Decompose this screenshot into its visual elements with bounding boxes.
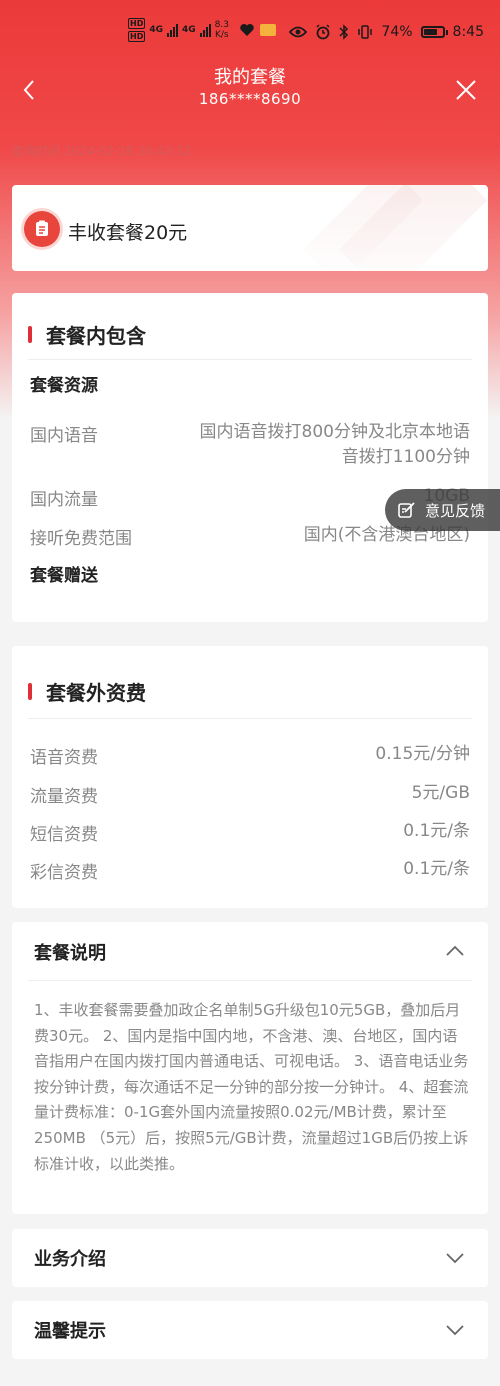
alarm-icon [316, 24, 330, 40]
chevron-up-icon[interactable] [444, 940, 466, 962]
row-value-line: 国内语音拨打800分钟及北京本地语 [199, 422, 470, 442]
tips-title: 温馨提示 [34, 1321, 106, 1342]
resources-heading: 套餐资源 [30, 376, 98, 396]
gift-heading: 套餐赠送 [30, 566, 98, 586]
chevron-down-icon[interactable] [444, 1319, 466, 1341]
battery-percent: 74% [381, 24, 413, 40]
signal-icon [199, 23, 211, 37]
close-icon[interactable] [454, 78, 478, 102]
row-value: 5元/GB [411, 783, 470, 803]
hd-badge: HD [128, 18, 146, 29]
description-title[interactable]: 套餐说明 [34, 939, 106, 965]
row-label: 国内语音 [30, 426, 98, 446]
network-type: 4G [149, 25, 163, 35]
page-title: 我的套餐 [214, 67, 286, 88]
row-label: 国内流量 [30, 490, 98, 510]
eye-icon [289, 26, 308, 38]
row-value: 0.15元/分钟 [375, 744, 470, 764]
row-label: 短信资费 [30, 825, 98, 845]
feedback-button[interactable]: 意见反馈 [385, 489, 500, 531]
row-value-line: 音拨打1100分钟 [341, 447, 470, 467]
plan-document-icon [24, 211, 60, 247]
network-speed-unit: K/s [215, 30, 229, 40]
plan-card[interactable]: 丰收套餐20元 [12, 185, 488, 271]
network-type: 4G [182, 25, 196, 35]
divider [28, 359, 472, 360]
section-header: 套餐内包含 [28, 320, 146, 349]
row-label: 接听免费范围 [30, 529, 132, 549]
divider [28, 980, 472, 981]
query-time: 查询时间 2024-02-28 20:43:32 [12, 144, 192, 158]
hd-badge: HD [128, 31, 146, 42]
row-label: 彩信资费 [30, 863, 98, 883]
status-bar-right: 74% 8:45 [289, 24, 484, 40]
vibrate-icon [358, 25, 373, 39]
business-intro-card[interactable]: 业务介绍 [12, 1229, 488, 1287]
business-intro-title: 业务介绍 [34, 1249, 106, 1270]
section-accent-bar [28, 326, 32, 343]
bluetooth-icon [339, 24, 349, 40]
heart-icon [240, 24, 254, 36]
edit-icon [398, 502, 415, 518]
section-title: 套餐内包含 [46, 324, 146, 348]
section-header: 套餐外资费 [28, 677, 146, 706]
included-card: 套餐内包含 套餐资源 国内语音 国内语音拨打800分钟及北京本地语 音拨打110… [12, 293, 488, 622]
status-bar: HD HD 4G 4G 8.3 K/s 74% 8:45 [0, 0, 500, 60]
row-value: 国内语音拨打800分钟及北京本地语 音拨打1100分钟 [200, 420, 470, 470]
section-title: 套餐外资费 [46, 681, 146, 705]
section-accent-bar [28, 683, 32, 700]
divider [28, 718, 472, 719]
feedback-label: 意见反馈 [425, 501, 486, 520]
network-speed-value: 8.3 [214, 20, 229, 30]
battery-level [423, 29, 437, 35]
row-value: 0.1元/条 [403, 821, 470, 841]
description-card: 套餐说明 1、丰收套餐需要叠加政企名单制5G升级包10元5GB，叠加后月费30元… [12, 922, 488, 1214]
hd-indicators: HD HD [128, 18, 146, 42]
row-label: 流量资费 [30, 787, 98, 807]
chevron-down-icon[interactable] [444, 1247, 466, 1269]
app-notification-icon [259, 24, 276, 36]
clock: 8:45 [452, 24, 484, 40]
extra-fees-card: 套餐外资费 语音资费 0.15元/分钟 流量资费 5元/GB 短信资费 0.1元… [12, 646, 488, 908]
battery-icon [420, 26, 448, 38]
status-bar-network: HD HD 4G 4G 8.3 K/s [128, 18, 277, 42]
row-value: 0.1元/条 [403, 859, 470, 879]
plan-name: 丰收套餐20元 [68, 222, 188, 244]
signal-icon [167, 23, 178, 37]
row-label: 语音资费 [30, 748, 98, 768]
description-text: 1、丰收套餐需要叠加政企名单制5G升级包10元5GB，叠加后月费30元。 2、国… [34, 1001, 469, 1173]
tips-card[interactable]: 温馨提示 [12, 1301, 488, 1359]
phone-number: 186****8690 [198, 90, 302, 108]
network-speed: 8.3 K/s [215, 20, 229, 40]
